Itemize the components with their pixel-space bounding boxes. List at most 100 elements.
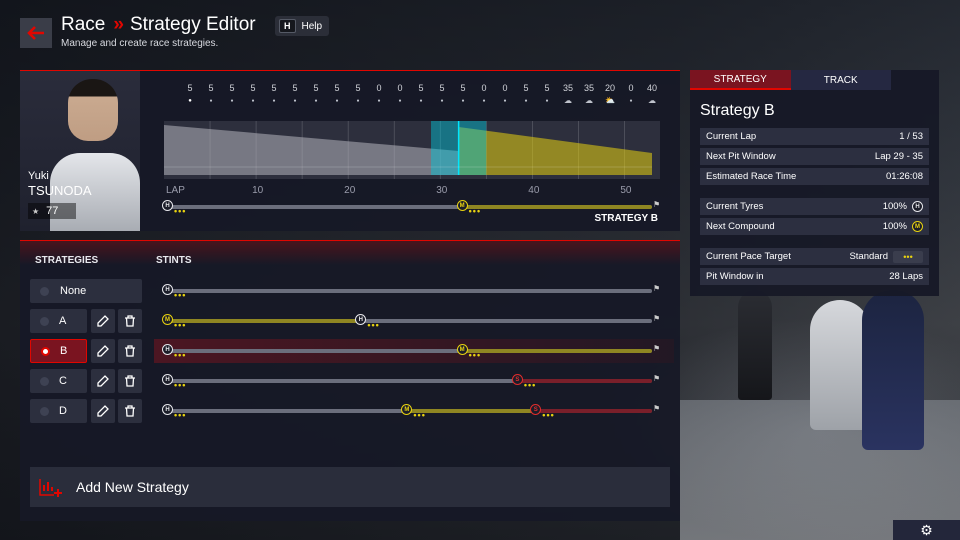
settings-button[interactable]: ⚙ [893,520,960,540]
delete-strategy-button[interactable] [118,339,142,363]
delete-strategy-button[interactable] [118,399,142,423]
tab-track[interactable]: TRACK [790,70,891,90]
rain-chance: 5 [523,83,529,93]
detail-label: Current Tyres [706,201,764,212]
lap-tick-label: 10 [252,185,264,196]
weather-slot: 5 ● [350,83,366,108]
weather-slot: 5 ● [224,83,240,108]
detail-row: Current Tyres 100% H [700,198,929,215]
tyre-wear-indicator: ••• [174,410,187,420]
strategy-label: B [60,345,68,357]
rain-chance: 5 [187,83,193,93]
title-separator: » [113,14,123,35]
rain-chance: 35 [562,83,573,93]
add-strategy-icon [39,479,62,497]
weather-slot: 0 ● [371,83,387,108]
help-button[interactable]: H Help [275,16,330,36]
rain-chance: 0 [397,83,403,93]
edit-strategy-button[interactable] [91,399,115,423]
tyre-h-icon: H [355,314,367,325]
strategy-label: None [60,285,87,297]
trash-icon [125,375,135,387]
weather-slot: 5 ● [266,83,282,108]
tyre-s-icon: S [511,374,523,385]
strategy-label: D [59,405,67,417]
edit-strategy-button[interactable] [91,369,115,393]
edit-icon [97,405,109,417]
detail-value-text: 28 Laps [889,271,923,282]
background-crew-member [862,290,924,450]
detail-label: Next Compound [706,221,775,232]
detail-label: Current Lap [706,131,757,142]
rain-chance: 5 [544,83,550,93]
radio-indicator [40,406,49,416]
selected-strategy-label: STRATEGY B [594,213,658,224]
weather-slot: 5 ● [203,83,219,108]
dot-icon: ● [419,98,423,104]
finish-flag-icon: ⚑ [653,314,661,323]
cloud-icon: ☁ [648,96,656,105]
rain-chance: 0 [502,83,508,93]
stint-segment [164,379,514,383]
strategy-d-button[interactable]: D [30,399,87,423]
lap-tick-label: 30 [436,185,448,196]
dot-icon: ● [209,98,213,104]
dot-icon: ● [293,98,297,104]
strategy-c-button[interactable]: C [30,369,87,393]
pace-target-selector[interactable]: ••• [893,250,923,263]
strategies-panel: STRATEGIES STINTS None H ••• ⚑ A M ••• H ••• ⚑ B H •… [20,240,680,521]
dot-icon: ● [377,98,381,104]
lap-tick-label: 40 [528,185,540,196]
tyre-m-icon: M [401,404,413,415]
driver-last-name: TSUNODA [28,183,92,198]
back-button[interactable] [20,18,52,48]
detail-value-text: 100% [882,201,907,212]
finish-flag-icon: ⚑ [653,344,661,353]
edit-strategy-button[interactable] [91,339,115,363]
dot-icon: ● [314,98,318,104]
tyre-wear-indicator: ••• [174,350,187,360]
help-label: Help [301,20,323,32]
rain-chance: 0 [481,83,487,93]
add-new-strategy-button[interactable]: Add New Strategy [30,467,670,507]
rain-chance: 5 [250,83,256,93]
finish-flag-icon: ⚑ [653,374,661,383]
lap-tick-label: 50 [620,185,632,196]
stint-segment [164,289,652,293]
dot-icon: ● [629,98,633,104]
detail-value: 1 / 53 [899,131,923,142]
hard-stint-wear-area [164,125,459,175]
strategy-none-button[interactable]: None [30,279,142,303]
rain-chance: 5 [292,83,298,93]
panel-header-glow [20,241,680,265]
detail-row: Current Lap 1 / 53 [700,128,929,145]
rain-chance: 5 [208,83,214,93]
strategy-details-title: Strategy B [700,102,775,119]
tyre-wear-indicator: ••• [542,410,555,420]
tab-strategy[interactable]: STRATEGY [690,70,791,90]
delete-strategy-button[interactable] [118,369,142,393]
finish-flag-icon: ⚑ [653,284,661,293]
lap-axis: LAP 10 20 30 40 50 [164,185,660,199]
tyre-h-icon: H [912,201,923,212]
finish-flag-icon: ⚑ [653,200,661,209]
detail-label: Current Pace Target [706,251,791,262]
weather-slot: 5 ● [308,83,324,108]
weather-slot: 35 ☁ [581,83,597,108]
delete-strategy-button[interactable] [118,309,142,333]
strategy-a-button[interactable]: A [30,309,87,333]
detail-row: Estimated Race Time 01:26:08 [700,168,929,185]
dot-icon: ● [461,98,465,104]
stint-segment [458,349,652,353]
detail-value: 01:26:08 [886,171,923,182]
edit-strategy-button[interactable] [91,309,115,333]
cloud-icon: ☁ [585,96,593,105]
stint-segment [458,205,652,209]
rain-chance: 5 [439,83,445,93]
radio-indicator [41,346,50,356]
tyre-h-icon: H [162,344,173,355]
back-arrow-icon [27,26,44,40]
strategy-b-button[interactable]: B [30,339,87,363]
detail-row: Current Pace Target Standard ••• [700,248,929,265]
edit-icon [97,345,109,357]
